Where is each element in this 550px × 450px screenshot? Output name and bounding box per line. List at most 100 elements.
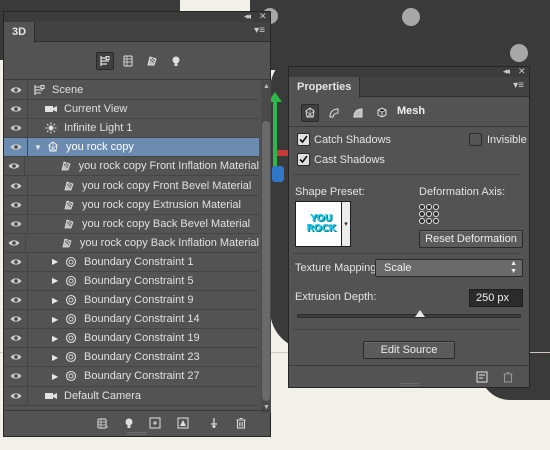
visibility-eye-icon[interactable] — [4, 157, 25, 176]
layer-row[interactable]: you rock copy Back Bevel Material — [4, 214, 259, 234]
tab-properties[interactable]: Properties — [289, 77, 361, 98]
visibility-eye-icon[interactable] — [4, 310, 28, 329]
gizmo-y-axis[interactable] — [273, 97, 277, 167]
collapsed-triangle-icon[interactable]: ▶ — [52, 276, 62, 285]
add-light-icon[interactable] — [122, 416, 136, 430]
layer-row[interactable]: Current View — [4, 100, 259, 120]
visibility-eye-icon[interactable] — [4, 176, 28, 195]
layer-label: you rock copy — [66, 141, 134, 154]
trash-icon[interactable] — [501, 370, 515, 384]
extrusion-depth-slider-thumb[interactable] — [415, 310, 426, 317]
layer-row[interactable]: ▼ you rock copy — [4, 138, 259, 158]
shape-preset-dropdown-icon[interactable]: ▾ — [341, 201, 351, 247]
collapsed-triangle-icon[interactable]: ▶ — [52, 372, 62, 381]
light-filter-icon[interactable] — [167, 52, 185, 70]
resize-grip[interactable] — [127, 432, 147, 435]
expanded-triangle-icon[interactable]: ▼ — [34, 143, 44, 152]
scroll-up-icon[interactable]: ▲ — [263, 83, 270, 90]
collapsed-triangle-icon[interactable]: ▶ — [52, 257, 62, 266]
collapsed-triangle-icon[interactable]: ▶ — [52, 315, 62, 324]
catch-shadows-checkbox[interactable] — [297, 133, 310, 146]
layer-row[interactable]: you rock copy Back Inflation Material — [4, 233, 259, 253]
scene-layer-list[interactable]: Scene Current View Infinite Light 1 ▼ you ro… — [4, 81, 259, 406]
filter-toolbar — [4, 42, 270, 80]
shape-preset-thumbnail[interactable]: YOU ROCK — [295, 201, 347, 247]
new-mesh-icon[interactable] — [475, 370, 489, 384]
new-mesh-icon[interactable] — [148, 416, 162, 430]
layer-row[interactable]: ▶ Boundary Constraint 19 — [4, 329, 259, 349]
layer-row[interactable]: Scene — [4, 81, 259, 101]
layer-row[interactable]: you rock copy Front Inflation Material — [4, 157, 259, 177]
cast-shadows-label: Cast Shadows — [314, 154, 385, 166]
visibility-eye-icon[interactable] — [4, 214, 28, 233]
visibility-eye-icon[interactable] — [4, 195, 28, 214]
layer-row[interactable]: Infinite Light 1 — [4, 119, 259, 139]
deform-mode-icon[interactable] — [325, 104, 343, 122]
visibility-eye-icon[interactable] — [4, 271, 28, 291]
texture-mapping-label: Texture Mapping: — [295, 262, 380, 274]
close-icon[interactable]: ✕ — [518, 66, 526, 77]
gizmo-z-axis[interactable] — [272, 166, 284, 182]
layer-row[interactable]: you rock copy Front Bevel Material — [4, 176, 259, 196]
collapse-icon[interactable]: ◂◂ — [244, 11, 251, 22]
layer-label: Boundary Constraint 23 — [84, 351, 200, 364]
collapsed-triangle-icon[interactable]: ▶ — [52, 334, 62, 343]
collapsed-triangle-icon[interactable]: ▶ — [52, 296, 62, 305]
visibility-eye-icon[interactable] — [4, 348, 28, 367]
collapse-icon[interactable]: ◂◂ — [503, 66, 510, 77]
tab-3d[interactable]: 3D — [4, 22, 36, 43]
render-icon[interactable] — [207, 416, 221, 430]
layer-row[interactable]: ▶ Boundary Constraint 23 — [4, 348, 259, 368]
layer-row[interactable]: you rock copy Extrusion Material — [4, 195, 259, 215]
scene-filter-icon[interactable] — [96, 52, 114, 70]
invisible-checkbox[interactable] — [469, 133, 482, 146]
layer-label: you rock copy Front Inflation Material — [78, 160, 259, 173]
layer-row[interactable]: ▶ Boundary Constraint 1 — [4, 252, 259, 272]
render-settings-icon[interactable] — [96, 416, 110, 430]
layer-label: Default Camera — [64, 389, 142, 402]
texture-mapping-select[interactable]: Scale ▲ ▼ — [375, 259, 523, 277]
trash-icon[interactable] — [234, 416, 248, 430]
tab-bar: Properties ▾≡ — [289, 77, 529, 98]
constraint-icon — [64, 274, 78, 288]
visibility-eye-icon[interactable] — [4, 233, 26, 252]
material-filter-icon[interactable] — [143, 52, 161, 70]
visibility-eye-icon[interactable] — [4, 138, 28, 157]
extrusion-depth-slider[interactable] — [297, 314, 521, 318]
cast-shadows-checkbox[interactable] — [297, 153, 310, 166]
letter-hole — [510, 44, 528, 62]
scroll-thumb[interactable] — [262, 121, 270, 401]
layer-list-scrollbar[interactable]: ▲ ▼ — [261, 81, 271, 413]
collapsed-triangle-icon[interactable]: ▶ — [52, 353, 62, 362]
edit-source-button[interactable]: Edit Source — [363, 341, 455, 359]
layer-row[interactable]: ▶ Boundary Constraint 27 — [4, 367, 259, 387]
material-icon — [62, 198, 76, 212]
scene-icon — [32, 83, 46, 97]
cap-mode-icon[interactable] — [349, 104, 367, 122]
layer-row[interactable]: ▶ Boundary Constraint 5 — [4, 271, 259, 292]
visibility-eye-icon[interactable] — [4, 252, 28, 271]
visibility-eye-icon[interactable] — [4, 119, 28, 138]
close-icon[interactable]: ✕ — [259, 11, 267, 22]
layer-row[interactable]: Default Camera — [4, 386, 259, 406]
coordinates-mode-icon[interactable] — [373, 104, 391, 122]
visibility-eye-icon[interactable] — [4, 386, 28, 405]
layer-row[interactable]: ▶ Boundary Constraint 9 — [4, 291, 259, 311]
visibility-eye-icon[interactable] — [4, 81, 28, 100]
mesh-filter-icon[interactable] — [119, 52, 137, 70]
visibility-eye-icon[interactable] — [4, 329, 28, 348]
visibility-eye-icon[interactable] — [4, 100, 28, 119]
panel-menu-icon[interactable]: ▾≡ — [513, 80, 524, 91]
visibility-eye-icon[interactable] — [4, 367, 28, 386]
constraint-icon — [64, 312, 78, 326]
reset-deformation-button[interactable]: Reset Deformation — [419, 230, 523, 248]
shape-preset-label: Shape Preset: — [295, 186, 365, 198]
layer-row[interactable]: ▶ Boundary Constraint 14 — [4, 310, 259, 330]
visibility-eye-icon[interactable] — [4, 291, 28, 310]
resize-grip[interactable] — [399, 383, 419, 386]
panel-menu-icon[interactable]: ▾≡ — [254, 25, 265, 36]
mesh-mode-icon[interactable] — [301, 104, 319, 122]
constraint-add-icon[interactable] — [176, 416, 190, 430]
deformation-axis-grid[interactable] — [419, 204, 439, 224]
extrusion-depth-input[interactable]: 250 px — [469, 289, 523, 307]
